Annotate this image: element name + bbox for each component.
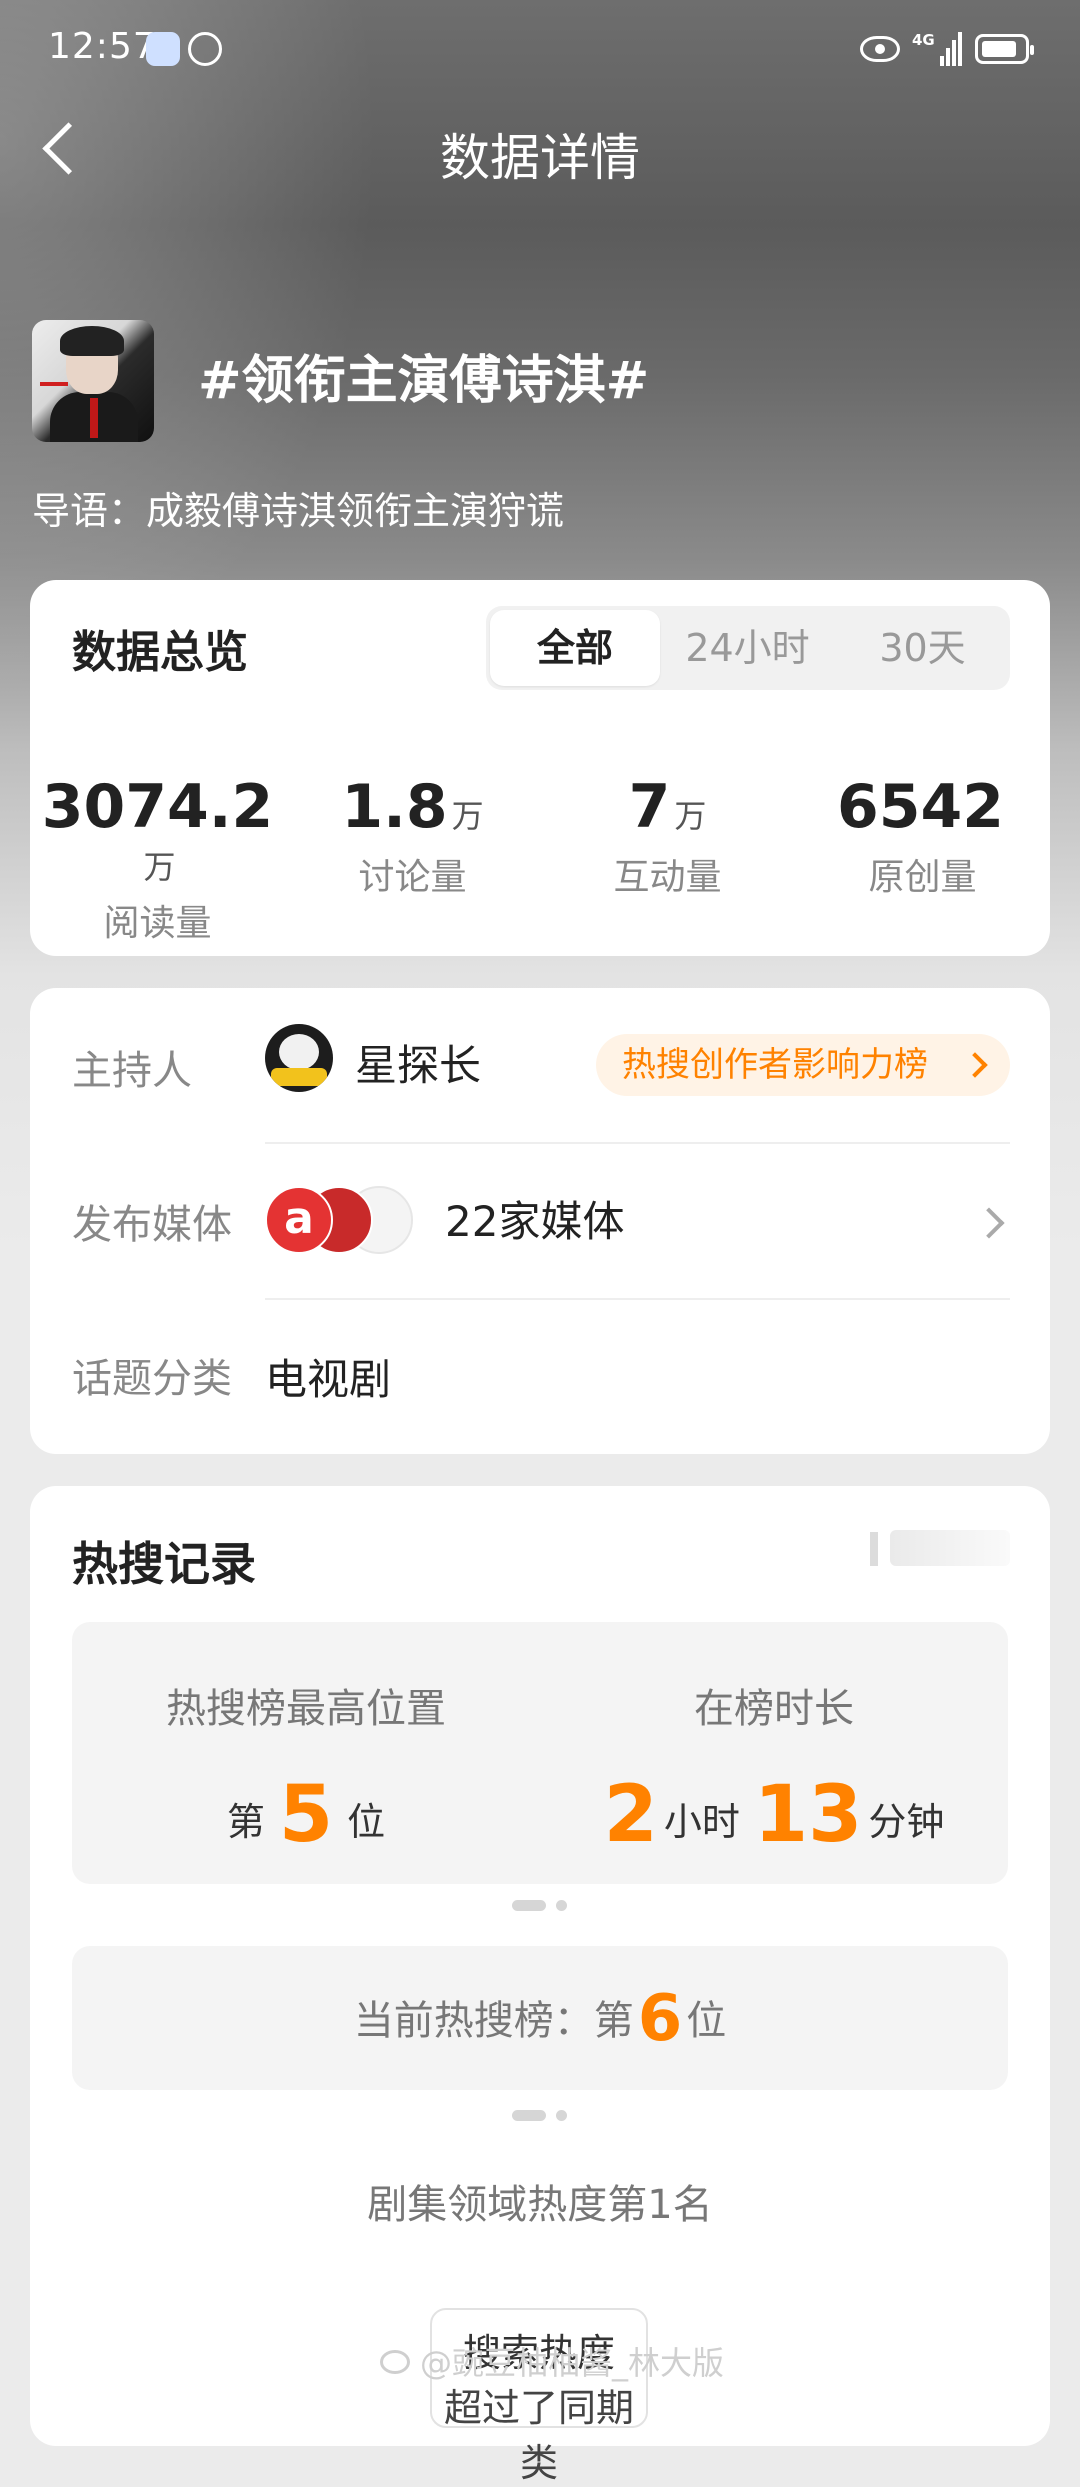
chart-duration: 在榜时长 2 小时 13 分钟: [540, 1676, 1008, 1860]
blurred-region: [890, 1530, 1010, 1566]
hand-icon: [188, 32, 222, 66]
stat-unit: 万: [674, 797, 707, 835]
media-label: 发布媒体: [72, 1202, 232, 1248]
duration-label: 在榜时长: [694, 1686, 854, 1732]
peak-prefix: 第: [226, 1800, 265, 1844]
hours-unit: 小时: [663, 1800, 740, 1844]
stat-value: 1.8: [341, 772, 448, 842]
page-indicator: [512, 1900, 572, 1912]
duration-hours: 2: [603, 1770, 658, 1860]
host-avatar[interactable]: [265, 1024, 333, 1092]
page-title: 数据详情: [440, 129, 640, 187]
weibo-watermark-icon: [380, 2350, 410, 2374]
peak-label: 热搜榜最高位置: [166, 1686, 446, 1732]
tab-all[interactable]: 全部: [490, 610, 660, 686]
data-overview-card: 数据总览 全部 24小时 30天 3074.2万 阅读量 1.8 万 讨论量 7万…: [30, 580, 1050, 956]
creator-rank-link[interactable]: 热搜创作者影响力榜: [596, 1034, 1010, 1096]
domain-rank: 剧集领域热度第1名: [367, 2182, 713, 2228]
peak-value: 5: [278, 1770, 334, 1860]
chevron-right-icon: [962, 1052, 988, 1078]
chevron-right-icon[interactable]: [973, 1207, 1005, 1239]
current-suffix: 位: [686, 1998, 727, 2044]
media-logos[interactable]: a: [265, 1186, 425, 1256]
stat-unit: 万: [451, 797, 484, 835]
time-range-tabs: 全部 24小时 30天: [486, 606, 1010, 690]
stat-reads: 3074.2 万 阅读量: [30, 772, 285, 946]
search-heat-sub: 超过了同期类: [443, 2386, 634, 2485]
topic-intro: 导语：成毅傅诗淇领衔主演狩谎: [32, 489, 565, 533]
hot-search-summary: 热搜榜最高位置 第5位 在榜时长 2 小时 13 分钟: [72, 1622, 1008, 1884]
tab-24h[interactable]: 24小时: [660, 606, 835, 690]
current-value: 6: [637, 1982, 683, 2056]
watermark: @豌豆柚柚酱_林大版: [420, 2344, 725, 2382]
host-name[interactable]: 星探长: [355, 1032, 481, 1093]
stat-value: 6542: [837, 772, 1004, 842]
network-type: 4G: [912, 31, 935, 49]
battery-icon: [975, 34, 1034, 64]
peak-suffix: 位: [347, 1800, 386, 1844]
hot-search-title: 热搜记录: [72, 1537, 256, 1591]
creator-rank-label: 热搜创作者影响力榜: [622, 1045, 928, 1085]
topic-info-card: 主持人 星探长 热搜创作者影响力榜 发布媒体 a 22家媒体 话题分类 电视剧: [30, 988, 1050, 1454]
stat-value: 3074.2: [41, 772, 274, 842]
status-bar: 12:57 4G: [0, 0, 1080, 104]
divider: [265, 1298, 1010, 1300]
topic-cover-image: [32, 320, 154, 442]
stat-label: 互动量: [613, 857, 722, 898]
current-prefix: 当前热搜榜：第: [353, 1998, 634, 2044]
peak-position: 热搜榜最高位置 第5位: [72, 1676, 540, 1860]
app-notification-icon: [146, 32, 180, 66]
page-indicator: [512, 2110, 572, 2122]
stat-discussions: 1.8 万 讨论量: [285, 772, 540, 900]
blurred-region: [870, 1532, 878, 1566]
current-rank-box: 当前热搜榜：第6 位: [72, 1946, 1008, 2090]
stat-value: 7: [628, 772, 671, 842]
stat-label: 讨论量: [358, 857, 467, 898]
eye-icon: [860, 36, 900, 62]
category-value: 电视剧: [265, 1355, 392, 1404]
category-label: 话题分类: [72, 1356, 232, 1402]
divider: [265, 1142, 1010, 1144]
tab-30d[interactable]: 30天: [835, 606, 1010, 690]
host-label: 主持人: [72, 1048, 192, 1094]
status-time: 12:57: [48, 26, 157, 67]
stat-unit: 万: [143, 848, 176, 886]
overview-title: 数据总览: [72, 627, 248, 678]
duration-minutes: 13: [753, 1770, 863, 1860]
topic-title: #领衔主演傅诗淇#: [198, 351, 650, 411]
signal-icon: [940, 30, 964, 66]
minutes-unit: 分钟: [868, 1800, 945, 1844]
stat-originals: 6542 原创量: [795, 772, 1050, 900]
hot-search-card: 热搜记录 热搜榜最高位置 第5位 在榜时长 2 小时 13 分钟 当前热搜榜：第6 位 …: [30, 1486, 1050, 2485]
stat-label: 原创量: [868, 857, 977, 898]
stat-label: 阅读量: [103, 903, 212, 944]
media-count[interactable]: 22家媒体: [445, 1188, 624, 1249]
media-logo-icon: a: [265, 1186, 333, 1254]
stat-interactions: 7万 互动量: [540, 772, 795, 900]
